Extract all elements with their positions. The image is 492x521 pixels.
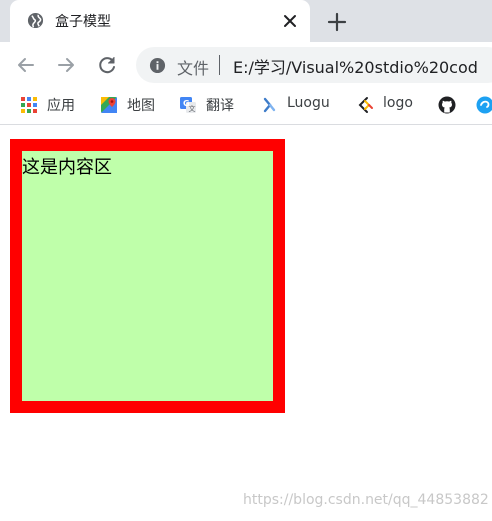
- bookmark-label: 翻译: [206, 98, 234, 114]
- omnibox-divider: [219, 55, 220, 75]
- bookmark-label: logo: [383, 95, 413, 111]
- github-icon: [438, 96, 456, 114]
- apps-grid-icon: [21, 97, 37, 113]
- new-tab-plus-icon[interactable]: [326, 11, 348, 33]
- bookmark-label: Luogu: [287, 95, 330, 111]
- close-icon[interactable]: [280, 11, 300, 31]
- bookmark-label: 地图: [127, 98, 155, 114]
- url-text[interactable]: E:/学习/Visual%20stdio%20cod: [233, 54, 478, 78]
- browser-toolbar: 文件 E:/学习/Visual%20stdio%20cod: [0, 42, 492, 88]
- bookmark-label: 应用: [47, 98, 75, 114]
- tab-strip: 盒子模型: [0, 0, 492, 42]
- tab-title: 盒子模型: [55, 14, 111, 30]
- bookmark-blue[interactable]: [476, 94, 492, 116]
- bookmarks-bar: 应用 地图 G 文 翻译 Luogu logo: [0, 88, 492, 125]
- maps-icon: [101, 97, 117, 113]
- reload-icon[interactable]: [95, 53, 119, 77]
- forward-arrow-icon[interactable]: [54, 53, 78, 77]
- svg-text:文: 文: [189, 104, 196, 113]
- logo-icon: [358, 97, 373, 113]
- back-arrow-icon[interactable]: [14, 53, 38, 77]
- tab-active[interactable]: 盒子模型: [10, 0, 310, 42]
- content-box: 这是内容区: [10, 139, 285, 413]
- translate-icon: G 文: [180, 97, 196, 113]
- bookmark-github[interactable]: [438, 94, 460, 116]
- luogu-icon: [263, 97, 276, 113]
- globe-icon: [27, 12, 44, 29]
- watermark-text: https://blog.csdn.net/qq_44853882: [243, 492, 489, 508]
- security-label: 文件: [177, 59, 210, 78]
- info-icon[interactable]: [149, 57, 166, 74]
- bookmark-blue-icon: [476, 96, 492, 114]
- page-content: 这是内容区 https://blog.csdn.net/qq_44853882: [0, 126, 492, 521]
- content-area-text: 这是内容区: [22, 157, 112, 178]
- address-bar[interactable]: 文件 E:/学习/Visual%20stdio%20cod: [136, 47, 492, 83]
